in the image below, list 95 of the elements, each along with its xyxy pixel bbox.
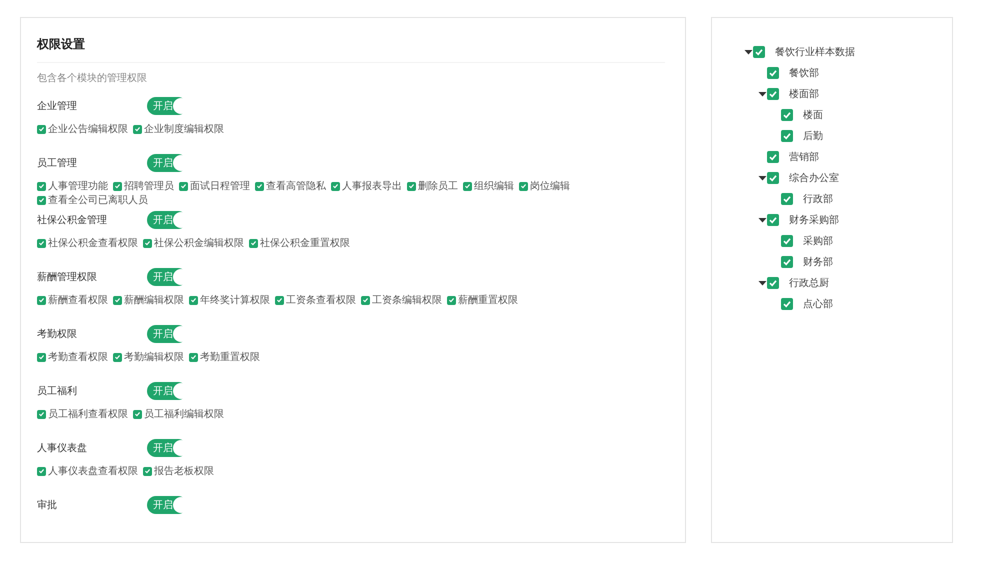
tree-item-label[interactable]: 采购部 [803, 234, 833, 248]
checkbox[interactable] [447, 296, 456, 304]
checkbox[interactable] [781, 298, 793, 310]
module-label: 社保公积金管理 [37, 214, 108, 227]
tree-item-label[interactable]: 餐饮行业样本数据 [775, 44, 855, 58]
tree-item-label[interactable]: 财务采购部 [789, 212, 839, 226]
checkbox-label[interactable]: 考勤重置权限 [200, 350, 260, 364]
checkbox[interactable] [37, 238, 46, 248]
checkbox-label[interactable]: 招聘管理员 [124, 179, 174, 193]
checkbox[interactable] [179, 182, 188, 190]
checkbox[interactable] [37, 466, 46, 476]
checkbox[interactable] [781, 108, 793, 120]
checkbox[interactable] [781, 234, 793, 246]
checkbox[interactable] [781, 130, 793, 142]
checkbox[interactable] [781, 256, 793, 268]
checkbox-label[interactable]: 社保公积金编辑权限 [154, 236, 244, 250]
tree-item-label[interactable]: 综合办公室 [789, 170, 839, 184]
checkbox-label[interactable]: 组织编辑 [474, 179, 514, 193]
tree-item-label[interactable]: 点心部 [803, 296, 833, 310]
module-label: 考勤权限 [37, 328, 78, 341]
tree-item-label[interactable]: 行政部 [803, 192, 833, 206]
checkbox[interactable] [37, 124, 46, 134]
checkbox-label[interactable]: 年终奖计算权限 [200, 293, 270, 307]
checkbox-label[interactable]: 薪酬编辑权限 [124, 293, 184, 307]
checkbox[interactable] [37, 296, 46, 304]
tree-item-label[interactable]: 楼面 [803, 108, 823, 122]
checkbox[interactable] [781, 192, 793, 204]
module-label: 人事仪表盘 [37, 442, 88, 455]
checkbox-label[interactable]: 社保公积金查看权限 [48, 236, 138, 250]
checkbox-label[interactable]: 员工福利查看权限 [48, 407, 128, 421]
checkbox-label[interactable]: 人事报表导出 [342, 179, 402, 193]
tree-item-label[interactable]: 后勤 [803, 128, 823, 142]
checkbox[interactable] [275, 296, 284, 304]
checkbox[interactable] [767, 150, 779, 162]
checkbox-label[interactable]: 工资条查看权限 [286, 293, 356, 307]
checkbox[interactable] [37, 196, 46, 204]
checkbox[interactable] [113, 352, 122, 362]
checkbox[interactable] [407, 182, 416, 190]
checkbox[interactable] [133, 410, 142, 418]
checkbox[interactable] [753, 46, 765, 58]
checkbox-label[interactable]: 考勤查看权限 [48, 350, 108, 364]
checkbox[interactable] [37, 182, 46, 190]
checkbox-label[interactable]: 查看高管隐私 [266, 179, 326, 193]
checkbox[interactable] [143, 466, 152, 476]
checkbox[interactable] [519, 182, 528, 190]
checkbox[interactable] [767, 214, 779, 226]
checkbox-label[interactable]: 员工福利编辑权限 [144, 407, 224, 421]
checkbox[interactable] [249, 238, 258, 248]
checkbox[interactable] [143, 238, 152, 248]
tree-item-label[interactable]: 餐饮部 [789, 66, 819, 80]
module-label: 员工管理 [37, 157, 78, 170]
checkbox-label[interactable]: 企业制度编辑权限 [144, 122, 224, 136]
checkbox[interactable] [767, 88, 779, 100]
checkbox[interactable] [255, 182, 264, 190]
checkbox[interactable] [113, 182, 122, 190]
checkbox[interactable] [767, 276, 779, 288]
tree-item-label[interactable]: 行政总厨 [789, 276, 829, 290]
caret-icon[interactable] [758, 90, 767, 96]
caret-icon[interactable] [744, 48, 753, 54]
checkbox-label[interactable]: 报告老板权限 [154, 464, 214, 478]
checkbox[interactable] [189, 352, 198, 362]
checkbox[interactable] [767, 66, 779, 78]
module-label: 员工福利 [37, 384, 78, 398]
tree-item-label[interactable]: 楼面部 [789, 86, 819, 100]
checkbox[interactable] [331, 182, 340, 190]
checkbox-label[interactable]: 社保公积金重置权限 [260, 236, 350, 250]
checkbox[interactable] [37, 352, 46, 362]
panel-subtitle: 包含各个模块的管理权限 [37, 72, 148, 85]
checkbox-label[interactable]: 岗位编辑 [530, 179, 570, 193]
checkbox[interactable] [37, 410, 46, 418]
checkbox-label[interactable]: 删除员工 [418, 179, 458, 193]
checkbox-label[interactable]: 工资条编辑权限 [372, 293, 442, 307]
checkbox[interactable] [463, 182, 472, 190]
checkbox[interactable] [133, 124, 142, 134]
checkbox-label[interactable]: 薪酬重置权限 [458, 293, 518, 307]
checkbox-label[interactable]: 薪酬查看权限 [48, 293, 108, 307]
checkbox[interactable] [113, 296, 122, 304]
checkbox-label[interactable]: 人事管理功能 [48, 179, 108, 193]
caret-icon[interactable] [758, 280, 767, 286]
checkbox[interactable] [189, 296, 198, 304]
checkbox[interactable] [767, 172, 779, 184]
module-label: 企业管理 [37, 100, 78, 113]
checkbox-label[interactable]: 面试日程管理 [190, 179, 250, 193]
tree-item-label[interactable]: 营销部 [789, 150, 819, 164]
tree-item-label[interactable]: 财务部 [803, 254, 833, 268]
caret-icon[interactable] [758, 174, 767, 180]
checkbox-label[interactable]: 人事仪表盘查看权限 [48, 464, 138, 478]
module-label: 审批 [37, 498, 58, 512]
checkbox-label[interactable]: 查看全公司已离职人员 [48, 193, 148, 207]
module-label: 薪酬管理权限 [37, 270, 98, 284]
panel-title: 权限设置 [37, 36, 665, 63]
checkbox-label[interactable]: 考勤编辑权限 [124, 350, 184, 364]
caret-icon[interactable] [758, 216, 767, 222]
checkbox[interactable] [361, 296, 370, 304]
checkbox-label[interactable]: 企业公告编辑权限 [48, 122, 128, 136]
